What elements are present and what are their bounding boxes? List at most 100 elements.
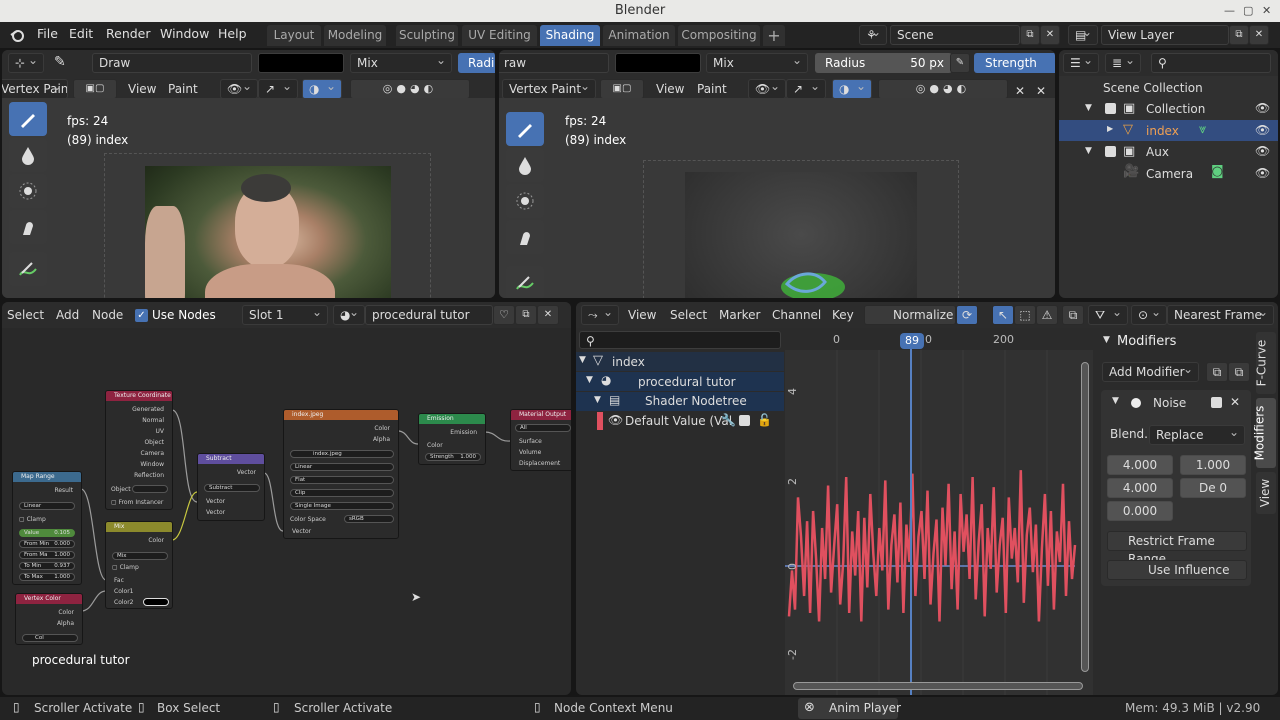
viewport-right[interactable]: raw Mix Radius 50 px ✎ Strength Vertex Pa… [499,50,1055,298]
image-interpolation-dropdown[interactable]: Linear [290,463,394,471]
channel-search-input[interactable]: ⚲ [579,331,781,349]
draw-tool-button-right[interactable] [506,112,544,146]
output-target-dropdown[interactable]: All [515,424,571,432]
expand-index-icon[interactable]: ▶ [1107,124,1113,133]
graph-editor[interactable]: ⤳ View Select Marker Channel Key Normali… [576,302,1278,695]
channel-fcurve-label[interactable]: Default Value (Val [625,414,732,428]
brush-color-swatch-right[interactable] [615,53,701,73]
node-editor[interactable]: Select Add Node ✓ Use Nodes Slot 1 ◕ pro… [2,302,571,695]
aux-visibility-icon[interactable]: 👁 [1255,144,1270,158]
paste-modifiers-icon[interactable]: ⧉ [1228,362,1250,382]
add-modifier-dropdown[interactable]: Add Modifier [1102,362,1199,382]
overlays-icon[interactable]: ◑ [302,79,342,99]
vertex-color-node[interactable]: Vertex Color Color Alpha Col [15,593,83,645]
view-object-types-icon[interactable]: 👁 [220,79,258,99]
menu-help[interactable]: Help [218,26,247,41]
display-mode-icon[interactable]: ≣ [1105,53,1141,73]
tool-settings-icon[interactable]: ⊹ [8,53,44,73]
shading-modes-icon-right[interactable]: ◎●◕◐ [878,79,1008,99]
image-file-field[interactable]: index.jpeg [290,450,394,458]
viewport-left[interactable]: ⊹ ✎ Draw Mix Radiu Vertex Paint ▣▢ View … [2,50,495,298]
delete-view-layer-icon[interactable]: ✕ [1249,25,1269,45]
current-frame-indicator[interactable]: 89 [900,333,924,349]
channel-nodetree-label[interactable]: Shader Nodetree [645,394,747,408]
menu-select-graph[interactable]: Select [670,308,707,322]
collection-item[interactable]: Collection [1146,102,1205,116]
smear-tool-button[interactable] [9,210,47,244]
mix-color2-swatch[interactable] [143,598,169,606]
scene-browse-icon[interactable]: ⚘ [859,25,887,45]
map-range-node[interactable]: Map Range Result Linear ▢ Clamp Value 0.1… [12,471,82,585]
tab-layout[interactable]: Layout [267,25,321,46]
index-item[interactable]: index [1146,124,1179,138]
brush-color-swatch[interactable] [258,53,344,73]
horizontal-scrollbar[interactable] [793,682,1083,690]
material-output-node[interactable]: Material Output All Surface Volume Displ… [510,409,571,471]
pressure-radius-icon[interactable]: ✎ [950,53,970,73]
viewport-right-canvas[interactable]: fps: 24 (89) index [499,98,1055,298]
add-workspace-button[interactable]: + [763,25,785,46]
show-only-selected-icon[interactable]: ⧉ [1062,305,1084,325]
select-tool-icon[interactable]: ↖ [992,305,1014,325]
menu-render[interactable]: Render [106,26,151,41]
radius-field-right[interactable]: Radius 50 px [815,53,952,73]
annotate-tool-button[interactable] [9,252,47,286]
mode-dropdown-right[interactable]: Vertex Paint [502,79,596,99]
channel-row-index[interactable] [576,352,784,371]
restrict-frame-range-toggle[interactable]: Restrict Frame Range [1107,531,1247,566]
mix-clamp[interactable]: ▢ Clamp [112,564,139,571]
menu-file[interactable]: File [37,26,58,41]
brush-name-field[interactable]: Draw [92,53,252,73]
menu-channel[interactable]: Channel [772,308,821,322]
camera-visibility-icon[interactable]: 👁 [1255,166,1270,180]
index-visibility-icon[interactable]: 👁 [1255,123,1270,137]
tab-modeling[interactable]: Modeling [324,25,386,46]
menu-view-right[interactable]: View [656,82,684,96]
aux-checkbox[interactable] [1105,146,1116,157]
radius-field[interactable]: Radiu [458,53,495,73]
anim-player-close-icon[interactable]: ⊗ [804,700,815,715]
image-texture-node[interactable]: index.jpeg Color Alpha index.jpeg Linear… [283,409,399,539]
expand-nodetree-channel-icon[interactable]: ▼ [594,395,601,405]
tab-compositing[interactable]: Compositing [678,25,760,46]
smear-tool-button-right[interactable] [506,220,544,254]
tab-sculpting[interactable]: Sculpting [396,25,458,46]
gizmo-icon-right[interactable]: ↗ [786,79,826,99]
tab-fcurve[interactable]: F-Curve [1254,332,1276,394]
blend-mode-dropdown-right[interactable]: Mix [706,53,808,73]
view-object-types-icon-right[interactable]: 👁 [748,79,786,99]
vertical-scrollbar[interactable] [1081,362,1089,672]
expand-index-channel-icon[interactable]: ▼ [579,355,586,365]
map-range-value[interactable]: Value 0.105 [19,529,75,537]
blur-tool-button-right[interactable] [506,148,544,182]
tab-animation[interactable]: Animation [603,25,675,46]
image-colorspace-dropdown[interactable]: sRGB [344,515,394,523]
blend-type-dropdown[interactable]: Replace [1149,425,1245,445]
menu-key[interactable]: Key [832,308,854,322]
brush-icon[interactable]: ✎ [54,54,66,70]
map-range-to-max[interactable]: To Max 1.000 [19,573,75,581]
tc-from-instancer[interactable]: ▢ From Instancer [111,499,163,506]
blend-mode-dropdown[interactable]: Mix [350,53,452,73]
overlays-icon-right[interactable]: ◑ [832,79,872,99]
annotate-tool-button-right[interactable] [506,266,544,298]
draw-tool-button[interactable] [9,102,47,136]
aux-item[interactable]: Aux [1146,145,1169,159]
channel-material-label[interactable]: procedural tutor [638,375,736,389]
emission-strength-field[interactable]: Strength 1.000 [425,453,481,461]
outliner-search-input[interactable]: ⚲ [1151,53,1271,73]
box-select-icon[interactable]: ⬚ [1014,305,1036,325]
menu-paint-right[interactable]: Paint [697,82,727,96]
map-range-from-max[interactable]: From Ma 1.000 [19,551,75,559]
close-x-icon-2[interactable]: ✕ [1036,84,1046,98]
scale-field[interactable]: 4.000 [1107,455,1173,475]
strength-field[interactable]: Strength [974,53,1055,73]
menu-view-graph[interactable]: View [628,308,656,322]
average-tool-button[interactable] [9,174,47,208]
viewport-left-canvas[interactable]: fps: 24 (89) index [2,98,495,298]
brush-name-field-right[interactable]: raw [499,53,609,73]
new-scene-icon[interactable]: ⧉ [1020,25,1040,45]
scene-name-field[interactable]: Scene [890,25,1020,45]
expand-aux-icon[interactable]: ▼ [1085,146,1092,156]
graph-canvas[interactable]: 89 0 0 200 4 2 0 -2 [785,330,1093,695]
